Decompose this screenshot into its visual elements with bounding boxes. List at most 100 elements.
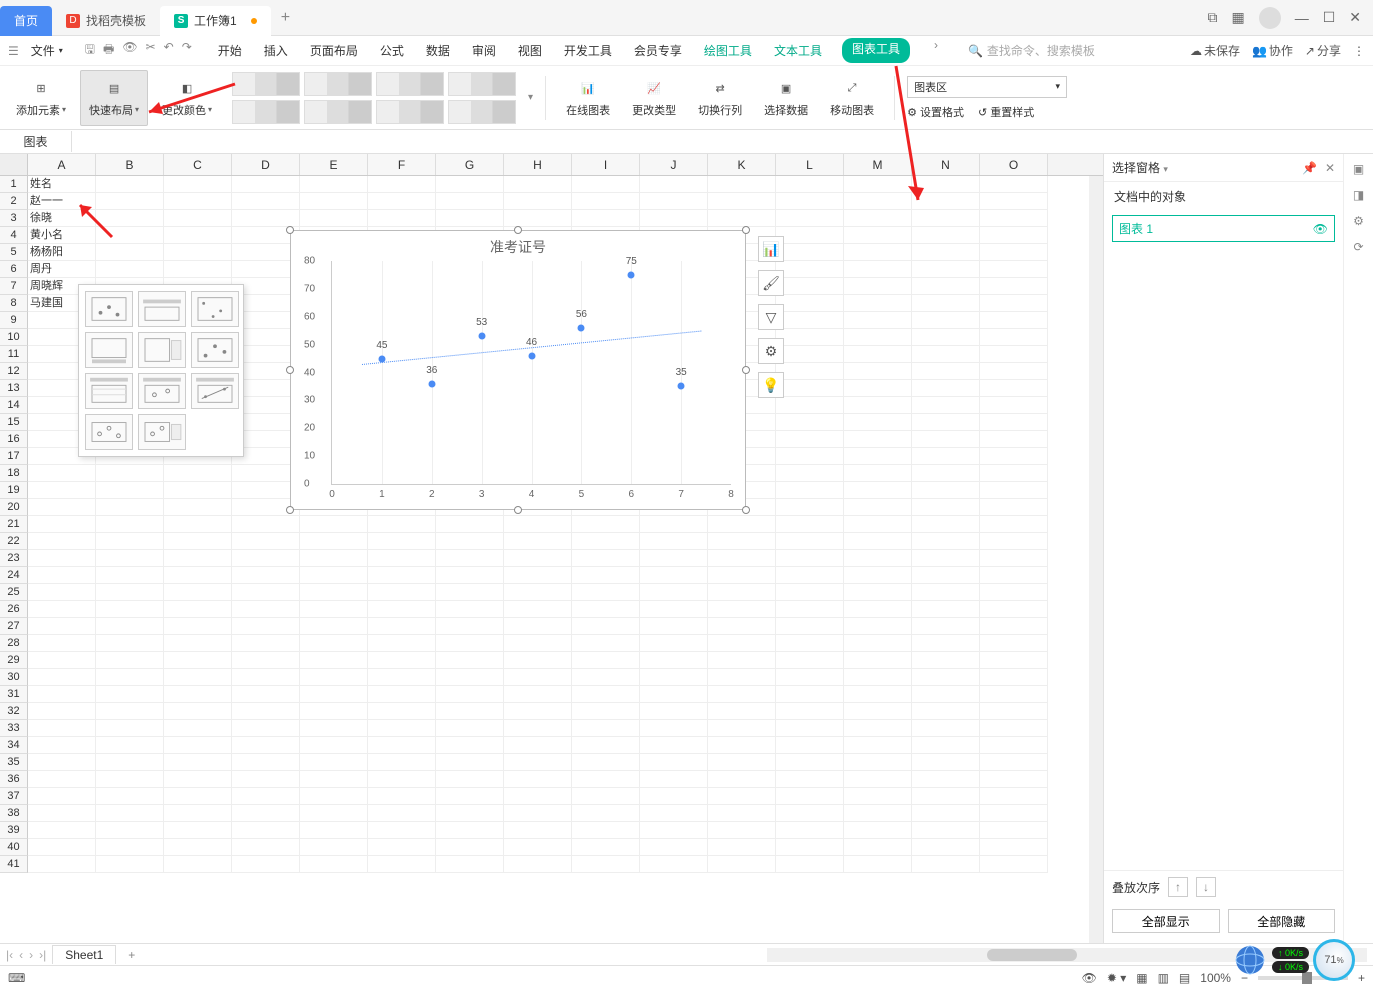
cell[interactable] [980, 652, 1048, 669]
sheet-next-icon[interactable]: › [29, 948, 33, 962]
resize-handle[interactable] [742, 366, 750, 374]
column-header[interactable]: A [28, 154, 96, 175]
cell[interactable] [980, 448, 1048, 465]
cell[interactable] [368, 635, 436, 652]
cell[interactable] [844, 295, 912, 312]
cell[interactable] [776, 686, 844, 703]
cell[interactable] [912, 516, 980, 533]
cell[interactable] [844, 397, 912, 414]
cell[interactable] [572, 788, 640, 805]
cell[interactable] [980, 771, 1048, 788]
select-all-corner[interactable] [0, 154, 28, 175]
cell[interactable] [980, 278, 1048, 295]
cell[interactable] [300, 771, 368, 788]
cell[interactable] [776, 533, 844, 550]
cell[interactable] [164, 839, 232, 856]
cell[interactable] [912, 227, 980, 244]
cell[interactable] [776, 244, 844, 261]
cell[interactable] [708, 635, 776, 652]
object-list-item[interactable]: 图表 1 👁 [1112, 215, 1335, 242]
undo-icon[interactable]: ↶ [164, 40, 174, 61]
data-point[interactable] [528, 352, 535, 359]
cell[interactable] [980, 227, 1048, 244]
cell[interactable] [164, 227, 232, 244]
cell[interactable] [96, 533, 164, 550]
cell[interactable] [28, 567, 96, 584]
cell[interactable] [572, 771, 640, 788]
cell[interactable] [300, 805, 368, 822]
cell[interactable] [980, 635, 1048, 652]
row-header[interactable]: 4 [0, 227, 28, 244]
data-point[interactable] [478, 333, 485, 340]
cell[interactable] [96, 686, 164, 703]
cell[interactable] [912, 805, 980, 822]
cell[interactable] [96, 227, 164, 244]
cell[interactable] [980, 329, 1048, 346]
resize-handle[interactable] [286, 366, 294, 374]
cell[interactable] [912, 448, 980, 465]
cell[interactable] [300, 754, 368, 771]
cell[interactable] [912, 312, 980, 329]
cell[interactable] [28, 669, 96, 686]
cell[interactable] [912, 754, 980, 771]
cell[interactable] [912, 703, 980, 720]
cell[interactable] [640, 584, 708, 601]
cell[interactable] [980, 414, 1048, 431]
cell[interactable] [912, 686, 980, 703]
cell[interactable] [912, 244, 980, 261]
cell[interactable] [28, 533, 96, 550]
cell[interactable] [708, 788, 776, 805]
cell[interactable] [232, 516, 300, 533]
cell[interactable] [776, 329, 844, 346]
cell[interactable] [164, 210, 232, 227]
cell[interactable] [436, 703, 504, 720]
cell[interactable] [572, 601, 640, 618]
row-header[interactable]: 17 [0, 448, 28, 465]
cell[interactable] [504, 652, 572, 669]
cell[interactable] [640, 533, 708, 550]
column-header[interactable]: E [300, 154, 368, 175]
cell[interactable] [164, 669, 232, 686]
cell[interactable] [504, 754, 572, 771]
cell[interactable] [640, 601, 708, 618]
cell[interactable] [300, 686, 368, 703]
menu-dev-tools[interactable]: 开发工具 [562, 38, 614, 63]
cell[interactable] [300, 618, 368, 635]
reset-style-button[interactable]: ↺ 重置样式 [978, 104, 1034, 120]
cell[interactable] [776, 635, 844, 652]
layout-option-11[interactable] [138, 414, 186, 450]
resize-handle[interactable] [742, 506, 750, 514]
cell[interactable] [96, 261, 164, 278]
cell[interactable] [912, 176, 980, 193]
cell[interactable] [164, 652, 232, 669]
cell[interactable] [96, 856, 164, 873]
cell[interactable] [572, 839, 640, 856]
layout-1-icon[interactable]: ⧉ [1207, 9, 1217, 26]
cell[interactable] [504, 533, 572, 550]
cell[interactable] [368, 737, 436, 754]
cell[interactable] [912, 618, 980, 635]
tab-add-button[interactable]: + [271, 9, 300, 27]
cell[interactable] [164, 720, 232, 737]
cell[interactable] [912, 584, 980, 601]
focus-icon[interactable]: ✹ ▾ [1107, 971, 1126, 985]
cell[interactable] [776, 193, 844, 210]
menu-review[interactable]: 审阅 [470, 38, 498, 63]
sheet-first-icon[interactable]: |‹ [6, 948, 13, 962]
cell[interactable] [232, 720, 300, 737]
layout-option-3[interactable] [191, 291, 239, 327]
cell[interactable] [300, 567, 368, 584]
cell[interactable] [708, 720, 776, 737]
cell[interactable] [776, 414, 844, 431]
cell[interactable] [572, 720, 640, 737]
cell[interactable] [640, 516, 708, 533]
cell[interactable] [96, 176, 164, 193]
cell[interactable] [912, 346, 980, 363]
cell[interactable] [96, 193, 164, 210]
cell[interactable] [844, 329, 912, 346]
cell[interactable] [776, 363, 844, 380]
cell[interactable] [436, 652, 504, 669]
cell[interactable] [300, 856, 368, 873]
cell[interactable] [844, 567, 912, 584]
cell[interactable] [96, 210, 164, 227]
